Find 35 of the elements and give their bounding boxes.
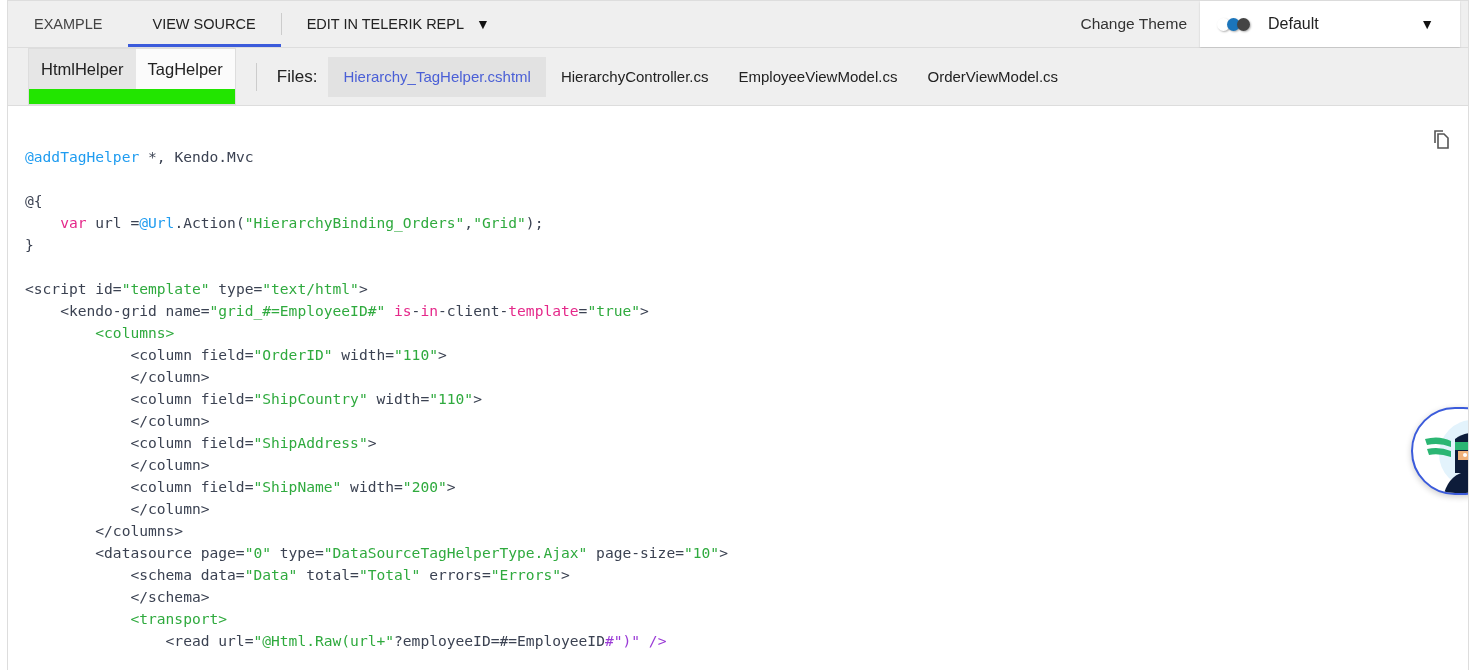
top-tab[interactable]: EXAMPLE xyxy=(9,1,128,47)
theme-swatch-icon xyxy=(1220,17,1250,31)
code-line: <column field="ShipCountry" width="110"> xyxy=(129,389,482,409)
file-tab[interactable]: EmployeeViewModel.cs xyxy=(723,56,913,97)
file-tab[interactable]: Hierarchy_TagHelper.cshtml xyxy=(328,56,546,97)
code-line: <columns> xyxy=(94,323,175,343)
code-line: </column> xyxy=(129,455,210,475)
code-line: </schema> xyxy=(129,587,210,607)
code-line: } xyxy=(25,235,34,255)
files-label: Files: xyxy=(276,66,318,87)
code-line: </column> xyxy=(129,499,210,519)
theme-dropdown[interactable]: Default ▼ xyxy=(1200,1,1460,47)
code-line: <datasource page="0" type="DataSourceTagHelperType.Ajax" page-size="10"> xyxy=(94,543,728,563)
helper-toggle[interactable]: TagHelper xyxy=(135,49,235,89)
code-line: <schema data="Data" total="Total" errors="Errors"> xyxy=(129,565,570,585)
caret-icon: ▼ xyxy=(1420,16,1434,32)
file-tab[interactable]: OrderViewModel.cs xyxy=(912,56,1074,97)
code-line: <kendo-grid name="grid_#=EmployeeID#" is-in-client-template="true"> xyxy=(59,301,649,322)
code-line: <transport> xyxy=(129,609,228,629)
code-line: <column field="ShipName" width="200"> xyxy=(129,477,456,497)
code-line: @addTagHelper *, Kendo.Mvc xyxy=(25,147,254,167)
repl-menu-button[interactable]: EDIT IN TELERIK REPL ▼ xyxy=(281,1,490,47)
helper-toggle[interactable]: HtmlHelper xyxy=(29,49,136,89)
caret-icon: ▼ xyxy=(476,16,490,32)
code-line: <column field="OrderID" width="110"> xyxy=(129,345,447,365)
code-line: <column field="ShipAddress"> xyxy=(129,433,377,453)
code-line: </column> xyxy=(129,411,210,431)
code-line: <read url="@Html.Raw(url+"?employeeID=#=EmployeeID#")" /> xyxy=(164,631,667,651)
code-line: var url =@Url.Action("HierarchyBinding_Orders","Grid"); xyxy=(59,213,544,234)
code-line: <script id="template" type="text/html"> xyxy=(25,279,368,299)
theme-label: Change Theme xyxy=(1080,15,1187,33)
code-line: @{ xyxy=(25,191,43,211)
file-tab[interactable]: HierarchyController.cs xyxy=(545,56,724,97)
code-line: </column> xyxy=(129,367,210,387)
code-line: </columns> xyxy=(94,521,184,541)
